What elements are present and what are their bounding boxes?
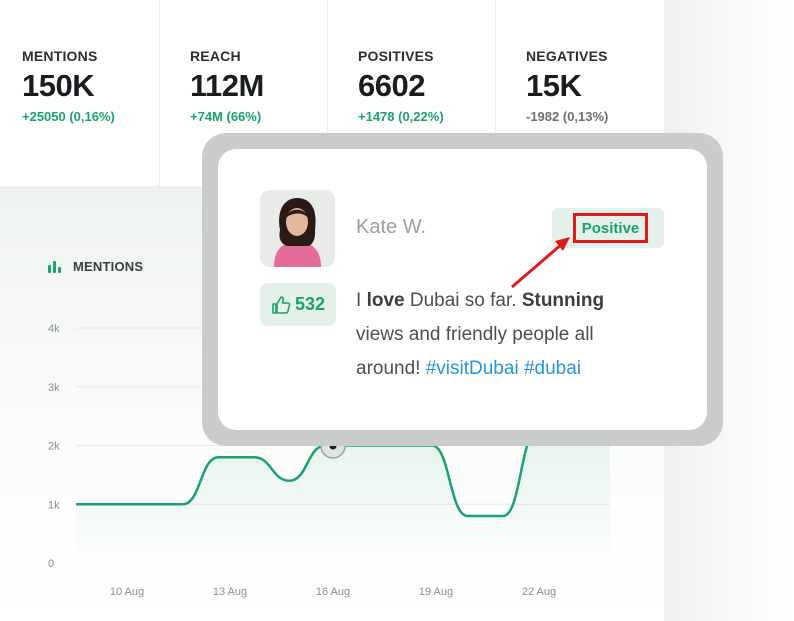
chart-y-tick-label: 2k bbox=[48, 441, 60, 453]
likes-badge[interactable]: 532 bbox=[260, 283, 336, 326]
stat-label: NEGATIVES bbox=[526, 48, 608, 64]
chart-y-tick-label: 0 bbox=[48, 558, 54, 570]
stat-delta: -1982 (0,13%) bbox=[526, 109, 609, 124]
stat-delta: +1478 (0,22%) bbox=[358, 109, 444, 124]
stat-delta: +25050 (0,16%) bbox=[22, 109, 115, 124]
post-text: I love Dubai so far. Stunning views and … bbox=[356, 290, 605, 379]
sentiment-label[interactable]: Positive bbox=[573, 213, 648, 243]
chart-x-tick-label: 22 Aug bbox=[522, 586, 556, 598]
hashtag-link[interactable]: #dubai bbox=[524, 358, 581, 379]
author-name: Kate W. bbox=[356, 216, 427, 238]
likes-count: 532 bbox=[294, 294, 326, 314]
stat-value: 150K bbox=[22, 68, 95, 103]
stat-mentions: MENTIONS 150K +25050 (0,16%) bbox=[0, 0, 168, 186]
chart-y-tick-label: 4k bbox=[48, 323, 60, 335]
chart-x-tick-label: 19 Aug bbox=[419, 586, 453, 598]
chart-y-tick-label: 1k bbox=[48, 499, 60, 511]
stat-label: MENTIONS bbox=[22, 48, 98, 64]
stat-value: 6602 bbox=[358, 68, 425, 103]
chart-title-label: MENTIONS bbox=[73, 259, 144, 274]
chart-y-ticks: 4k 3k 2k 1k 0 bbox=[48, 323, 60, 570]
stat-divider bbox=[159, 0, 160, 186]
stat-delta: +74M (66%) bbox=[190, 109, 262, 124]
stat-value: 112M bbox=[190, 68, 264, 103]
chart-title: MENTIONS bbox=[48, 259, 143, 274]
hashtag-link[interactable]: #visitDubai bbox=[426, 358, 519, 379]
bar-chart-icon bbox=[48, 260, 61, 273]
chart-x-tick-label: 13 Aug bbox=[213, 586, 247, 598]
chart-x-tick-label: 10 Aug bbox=[110, 586, 144, 598]
chart-y-tick-label: 3k bbox=[48, 382, 60, 394]
thumbs-up-icon bbox=[272, 295, 291, 314]
chart-x-tick-label: 16 Aug bbox=[316, 586, 350, 598]
stat-value: 15K bbox=[526, 68, 582, 103]
avatar[interactable] bbox=[260, 190, 335, 267]
stat-label: REACH bbox=[190, 48, 241, 64]
chart-x-ticks: 10 Aug 13 Aug 16 Aug 19 Aug 22 Aug bbox=[110, 586, 556, 598]
stat-label: POSITIVES bbox=[358, 48, 434, 64]
